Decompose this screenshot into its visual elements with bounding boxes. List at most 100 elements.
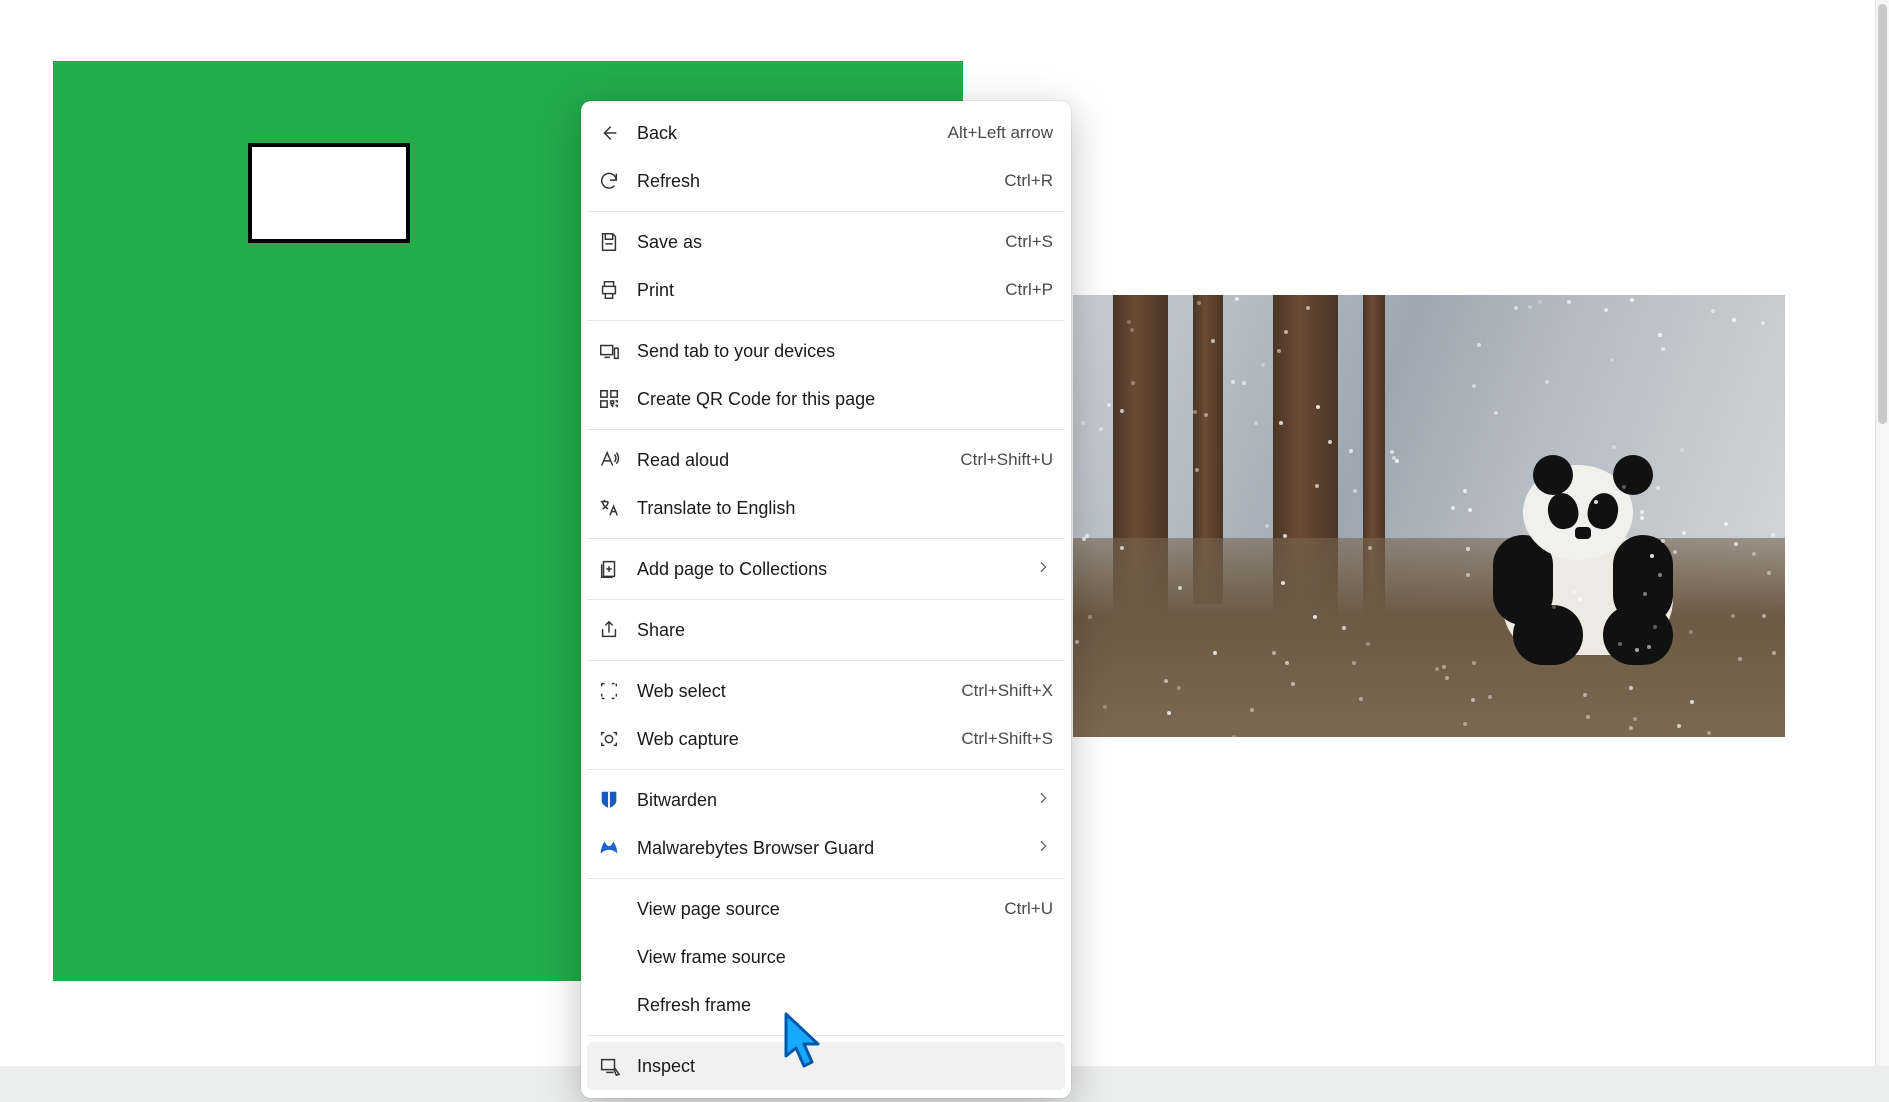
snow-speckle <box>1231 380 1235 384</box>
menu-item-viewsource[interactable]: View page source Ctrl+U <box>587 885 1065 933</box>
menu-item-label: Web capture <box>637 729 949 750</box>
menu-item-label: View page source <box>637 899 992 920</box>
viewport: BackAlt+Left arrowRefreshCtrl+R Save as Ct… <box>0 0 1889 1102</box>
menu-item-shortcut: Ctrl+Shift+S <box>961 729 1053 749</box>
menu-item-print[interactable]: PrintCtrl+P <box>587 266 1065 314</box>
snow-speckle <box>1284 330 1288 334</box>
snow-speckle <box>1724 522 1728 526</box>
snow-speckle <box>1315 484 1319 488</box>
snow-speckle <box>1612 445 1616 449</box>
menu-item-viewframesource[interactable]: View frame source <box>587 933 1065 981</box>
menu-item-webselect[interactable]: Web selectCtrl+Shift+X <box>587 667 1065 715</box>
snow-speckle <box>1604 308 1608 312</box>
snow-speckle <box>1468 508 1472 512</box>
menu-item-qr[interactable]: Create QR Code for this page <box>587 375 1065 423</box>
menu-item-shortcut: Ctrl+Shift+U <box>960 450 1053 470</box>
menu-item-readaloud[interactable]: Read aloudCtrl+Shift+U <box>587 436 1065 484</box>
menu-group: Read aloudCtrl+Shift+UTranslate to Engli… <box>587 434 1065 534</box>
save-icon <box>595 228 623 256</box>
menu-item-shortcut: Alt+Left arrow <box>948 123 1053 143</box>
bitwarden-icon <box>595 786 623 814</box>
snow-speckle <box>1306 306 1310 310</box>
menu-item-bitwarden[interactable]: Bitwarden <box>587 776 1065 824</box>
chevron-right-icon <box>1033 790 1053 811</box>
menu-item-back[interactable]: BackAlt+Left arrow <box>587 109 1065 157</box>
snow-speckle <box>1261 363 1265 367</box>
snow-speckle <box>1281 581 1285 585</box>
context-menu[interactable]: BackAlt+Left arrowRefreshCtrl+R Save as Ct… <box>581 101 1071 1098</box>
snow-speckle <box>1313 615 1317 619</box>
no-icon <box>595 943 623 971</box>
menu-group: BackAlt+Left arrowRefreshCtrl+R <box>587 107 1065 207</box>
snow-speckle <box>1578 597 1582 601</box>
menu-group: Web selectCtrl+Shift+X Web capture Ctrl+Sh… <box>587 665 1065 765</box>
snow-speckle <box>1647 645 1651 649</box>
menu-item-label: Share <box>637 620 1053 641</box>
snow-speckle <box>1488 695 1492 699</box>
snow-speckle <box>1197 301 1201 305</box>
snow-speckle <box>1390 450 1394 454</box>
menu-item-webcapture[interactable]: Web capture Ctrl+Shift+S <box>587 715 1065 763</box>
menu-separator <box>587 429 1065 430</box>
menu-separator <box>587 878 1065 879</box>
snow-speckle <box>1673 550 1677 554</box>
vertical-scrollbar[interactable] <box>1875 0 1889 1066</box>
menu-item-refresh[interactable]: RefreshCtrl+R <box>587 157 1065 205</box>
menu-item-saveas[interactable]: Save as Ctrl+S <box>587 218 1065 266</box>
snow-speckle <box>1081 421 1085 425</box>
web-select-icon <box>595 677 623 705</box>
snow-speckle <box>1277 349 1281 353</box>
snow-speckle <box>1285 661 1289 665</box>
snow-speckle <box>1235 297 1239 301</box>
malwarebytes-icon <box>595 834 623 862</box>
translate-icon <box>595 494 623 522</box>
menu-item-collections[interactable]: Add page to Collections <box>587 545 1065 593</box>
menu-item-shortcut: Ctrl+S <box>1005 232 1053 252</box>
menu-separator <box>587 538 1065 539</box>
snow-speckle <box>1352 661 1356 665</box>
menu-separator <box>587 320 1065 321</box>
menu-group: Share <box>587 604 1065 656</box>
read-aloud-icon <box>595 446 623 474</box>
menu-item-shortcut: Ctrl+P <box>1005 280 1053 300</box>
snow-speckle <box>1242 381 1246 385</box>
snow-speckle <box>1445 676 1449 680</box>
menu-item-share[interactable]: Share <box>587 606 1065 654</box>
menu-separator <box>587 211 1065 212</box>
menu-group: Send tab to your devicesCreate QR Code f… <box>587 325 1065 425</box>
menu-item-label: Inspect <box>637 1056 1053 1077</box>
snow-speckle <box>1514 306 1518 310</box>
menu-item-shortcut: Ctrl+U <box>1004 899 1053 919</box>
snow-speckle <box>1120 546 1124 550</box>
snow-speckle <box>1650 554 1654 558</box>
menu-group: Inspect <box>587 1040 1065 1092</box>
snow-speckle <box>1633 717 1637 721</box>
menu-item-label: Save as <box>637 232 993 253</box>
menu-item-label: Refresh frame <box>637 995 1053 1016</box>
menu-item-label: Web select <box>637 681 949 702</box>
snow-speckle <box>1451 506 1455 510</box>
snow-speckle <box>1677 724 1681 728</box>
menu-item-malwarebytes[interactable]: Malwarebytes Browser Guard <box>587 824 1065 872</box>
menu-item-inspect[interactable]: Inspect <box>587 1042 1065 1090</box>
inspect-icon <box>595 1052 623 1080</box>
snow-speckle <box>1567 300 1571 304</box>
snow-speckle <box>1494 411 1498 415</box>
snow-speckle <box>1658 573 1662 577</box>
snow-speckle <box>1283 534 1287 538</box>
snow-speckle <box>1661 539 1665 543</box>
menu-item-shortcut: Ctrl+R <box>1004 171 1053 191</box>
menu-group: View page source Ctrl+U View frame source R… <box>587 883 1065 1031</box>
menu-item-translate[interactable]: Translate to English <box>587 484 1065 532</box>
scrollbar-thumb[interactable] <box>1878 4 1887 424</box>
menu-group: Add page to Collections <box>587 543 1065 595</box>
snow-speckle <box>1349 449 1353 453</box>
snow-speckle <box>1254 421 1258 425</box>
menu-item-refreshframe[interactable]: Refresh frame <box>587 981 1065 1029</box>
chevron-right-icon <box>1033 838 1053 859</box>
snow-speckle <box>1178 586 1182 590</box>
snow-speckle <box>1772 651 1776 655</box>
snow-speckle <box>1107 403 1111 407</box>
menu-item-sendtab[interactable]: Send tab to your devices <box>587 327 1065 375</box>
snow-speckle <box>1680 448 1684 452</box>
